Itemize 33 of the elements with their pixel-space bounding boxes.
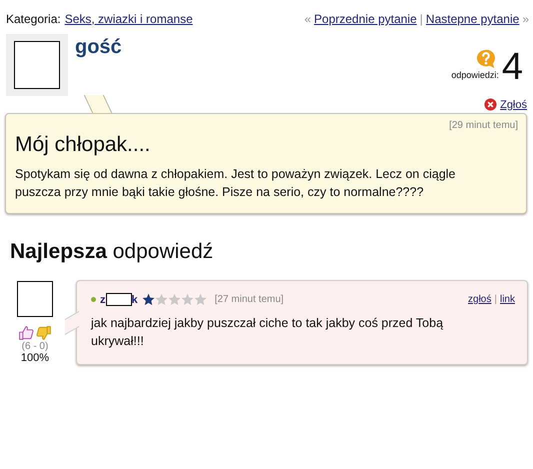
permalink[interactable]: link — [500, 294, 515, 305]
question-time: [29 minut temu] — [448, 120, 518, 131]
category-link[interactable]: Seks, zwiazki i romanse — [64, 12, 193, 26]
online-dot — [91, 297, 96, 302]
username-start[interactable]: z — [100, 294, 106, 306]
category-label: Kategoria: — [6, 12, 61, 26]
close-icon — [484, 98, 498, 111]
question-title: Mój chłopak.... — [15, 133, 152, 157]
answer-body: jak najbardziej jakby puszczał ciche to tak jakby coś przed Tobą ukrywał!!! — [91, 315, 444, 350]
vote-percent: 100% — [20, 352, 50, 364]
report-link[interactable]: Zgłoś — [484, 98, 527, 111]
username-end[interactable]: k — [132, 294, 138, 306]
answers-count: 4 — [502, 50, 523, 84]
avatar — [17, 281, 53, 317]
previous-question-link[interactable]: Poprzednie pytanie — [314, 12, 417, 26]
answers-label: odpowiedzi: — [451, 70, 499, 80]
prev-arrow: « — [304, 12, 312, 26]
question-body: Spotykam się od dawna z chłopakiem. Jest to poważyn związek. Lecz on ciągle puszcza przy mnie bąki takie głośne. Pisze na serio, czy to normalne???? — [15, 166, 457, 201]
thumbs-up-icon[interactable] — [18, 325, 34, 341]
vote-count: (6 - 0) — [22, 341, 48, 352]
question-bubble-icon — [474, 48, 497, 70]
thumbs-down-icon[interactable] — [36, 325, 52, 341]
avatar — [14, 41, 60, 89]
section-heading: Najlepsza odpowiedź — [10, 240, 214, 264]
next-arrow: » — [522, 12, 529, 26]
next-question-link[interactable]: Nastepne pytanie — [426, 12, 520, 26]
link-separator: | — [494, 294, 497, 305]
answer-time: [27 minut temu] — [214, 294, 284, 305]
report-link[interactable]: zgłoś — [468, 294, 492, 305]
author-name: gość — [75, 36, 122, 59]
filled-star-icon — [142, 293, 155, 306]
link-separator: | — [420, 12, 423, 26]
redaction-box — [106, 293, 132, 306]
